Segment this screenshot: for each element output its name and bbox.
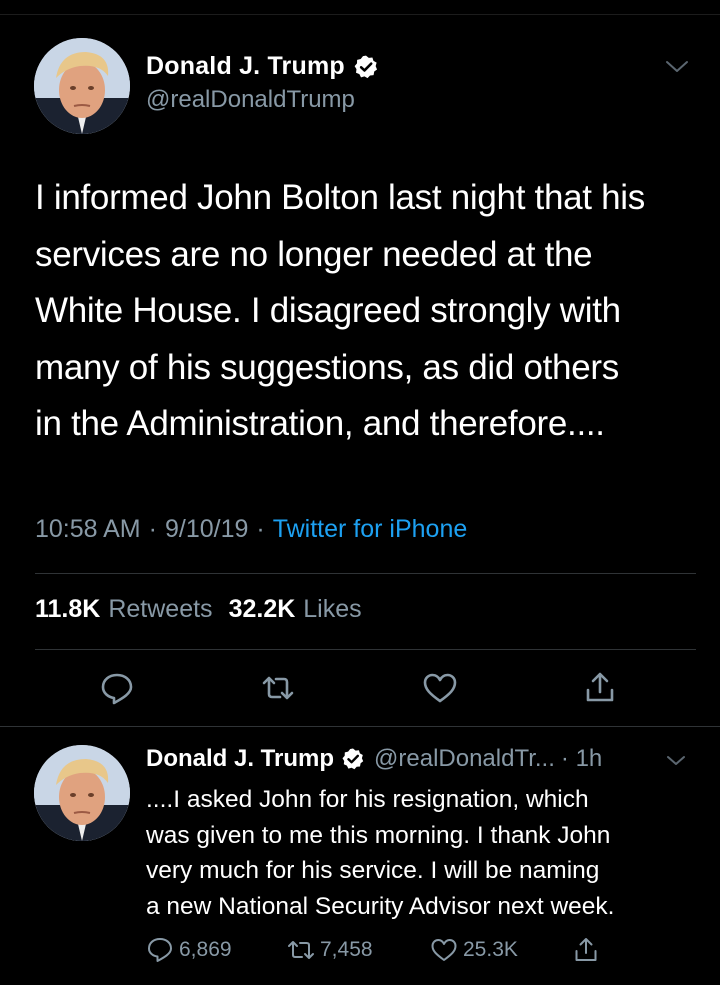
author-handle[interactable]: @realDonaldTrump (146, 86, 355, 114)
tweet-source-link[interactable]: Twitter for iPhone (273, 515, 468, 544)
author-avatar[interactable] (34, 38, 130, 134)
likes-count[interactable]: 32.2K (229, 595, 296, 624)
meta-separator: · (148, 515, 157, 543)
like-icon (430, 936, 458, 964)
tweet-meta: 10:58 AM · 9/10/19 · Twitter for iPhone (35, 515, 467, 544)
reply-tweet-text: ....I asked John for his resignation, wh… (146, 786, 615, 921)
reply-icon (146, 936, 174, 964)
verified-badge-icon (353, 54, 379, 80)
tweet-date[interactable]: 9/10/19 (165, 515, 248, 544)
chevron-down-icon[interactable] (666, 754, 686, 768)
share-icon (572, 936, 600, 964)
retweets-count[interactable]: 11.8K (35, 595, 100, 624)
tweet-stats: 11.8K Retweets 32.2K Likes (35, 595, 378, 624)
reply-like-button[interactable]: 25.3K (430, 934, 518, 966)
likes-label[interactable]: Likes (303, 595, 361, 624)
reply-share-button[interactable] (572, 934, 600, 966)
author-name[interactable]: Donald J. Trump (146, 52, 345, 81)
reply-icon[interactable] (99, 670, 135, 706)
reply-reply-button[interactable]: 6,869 (146, 934, 232, 966)
tweet-time[interactable]: 10:58 AM (35, 515, 141, 544)
retweet-icon (287, 936, 315, 964)
reply-time[interactable]: · 1h (561, 745, 602, 773)
reply-author-name[interactable]: Donald J. Trump (146, 745, 334, 773)
divider (35, 573, 696, 574)
reply-count: 6,869 (179, 938, 232, 961)
top-border (0, 14, 720, 15)
tweet-separator (0, 726, 720, 727)
like-count: 25.3K (463, 938, 518, 961)
reply-header: Donald J. Trump @realDonaldTr... · 1h (146, 745, 602, 773)
reply-retweet-button[interactable]: 7,458 (287, 934, 373, 966)
verified-badge-icon (341, 747, 365, 771)
retweet-icon[interactable] (260, 670, 296, 706)
retweets-label[interactable]: Retweets (108, 595, 212, 624)
chevron-down-icon[interactable] (664, 58, 690, 76)
share-icon[interactable] (582, 670, 618, 706)
meta-separator: · (256, 515, 265, 543)
tweet-text: I informed John Bolton last night that h… (35, 178, 645, 443)
avatar-image (34, 38, 130, 134)
reply-author-handle[interactable]: @realDonaldTr... (374, 745, 555, 773)
retweet-count: 7,458 (320, 938, 373, 961)
like-icon[interactable] (422, 670, 458, 706)
author-name-row[interactable]: Donald J. Trump (146, 52, 379, 81)
divider (35, 649, 696, 650)
avatar-image (34, 745, 130, 841)
reply-author-avatar[interactable] (34, 745, 130, 841)
